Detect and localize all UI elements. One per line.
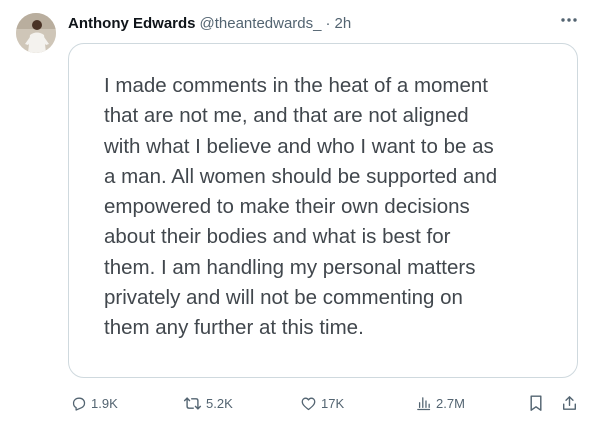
retweet-icon bbox=[183, 396, 202, 410]
views-icon bbox=[417, 396, 431, 410]
more-icon[interactable] bbox=[557, 10, 581, 30]
author-display-name[interactable]: Anthony Edwards bbox=[68, 15, 196, 32]
views-button[interactable]: 2.7M bbox=[415, 392, 465, 414]
tweet[interactable]: Anthony Edwards @theantedwards_ · 2h I m… bbox=[0, 0, 595, 426]
reply-button[interactable]: 1.9K bbox=[70, 392, 118, 414]
heart-icon bbox=[301, 397, 316, 410]
avatar[interactable] bbox=[16, 13, 56, 53]
statement-text: I made comments in the heat of a moment … bbox=[104, 74, 498, 340]
reply-icon bbox=[72, 397, 86, 411]
bookmark-button[interactable] bbox=[528, 392, 544, 414]
views-count: 2.7M bbox=[436, 395, 465, 411]
avatar-photo bbox=[16, 13, 56, 53]
share-button[interactable] bbox=[561, 392, 578, 414]
reply-count: 1.9K bbox=[91, 395, 118, 411]
like-button[interactable]: 17K bbox=[300, 392, 344, 414]
header-separator: · bbox=[325, 14, 331, 32]
author-handle[interactable]: @theantedwards_ bbox=[200, 15, 322, 32]
like-count: 17K bbox=[321, 395, 345, 411]
statement-image[interactable]: I made comments in the heat of a moment … bbox=[68, 43, 578, 378]
tweet-header: Anthony Edwards @theantedwards_ · 2h bbox=[68, 12, 351, 34]
action-bar: 1.9K 5.2K 17K 2.7M bbox=[0, 392, 595, 414]
retweet-button[interactable]: 5.2K bbox=[183, 392, 233, 414]
retweet-count: 5.2K bbox=[206, 395, 233, 411]
tweet-timestamp[interactable]: 2h bbox=[335, 15, 352, 32]
bookmark-icon bbox=[530, 395, 542, 411]
share-icon bbox=[563, 396, 576, 410]
